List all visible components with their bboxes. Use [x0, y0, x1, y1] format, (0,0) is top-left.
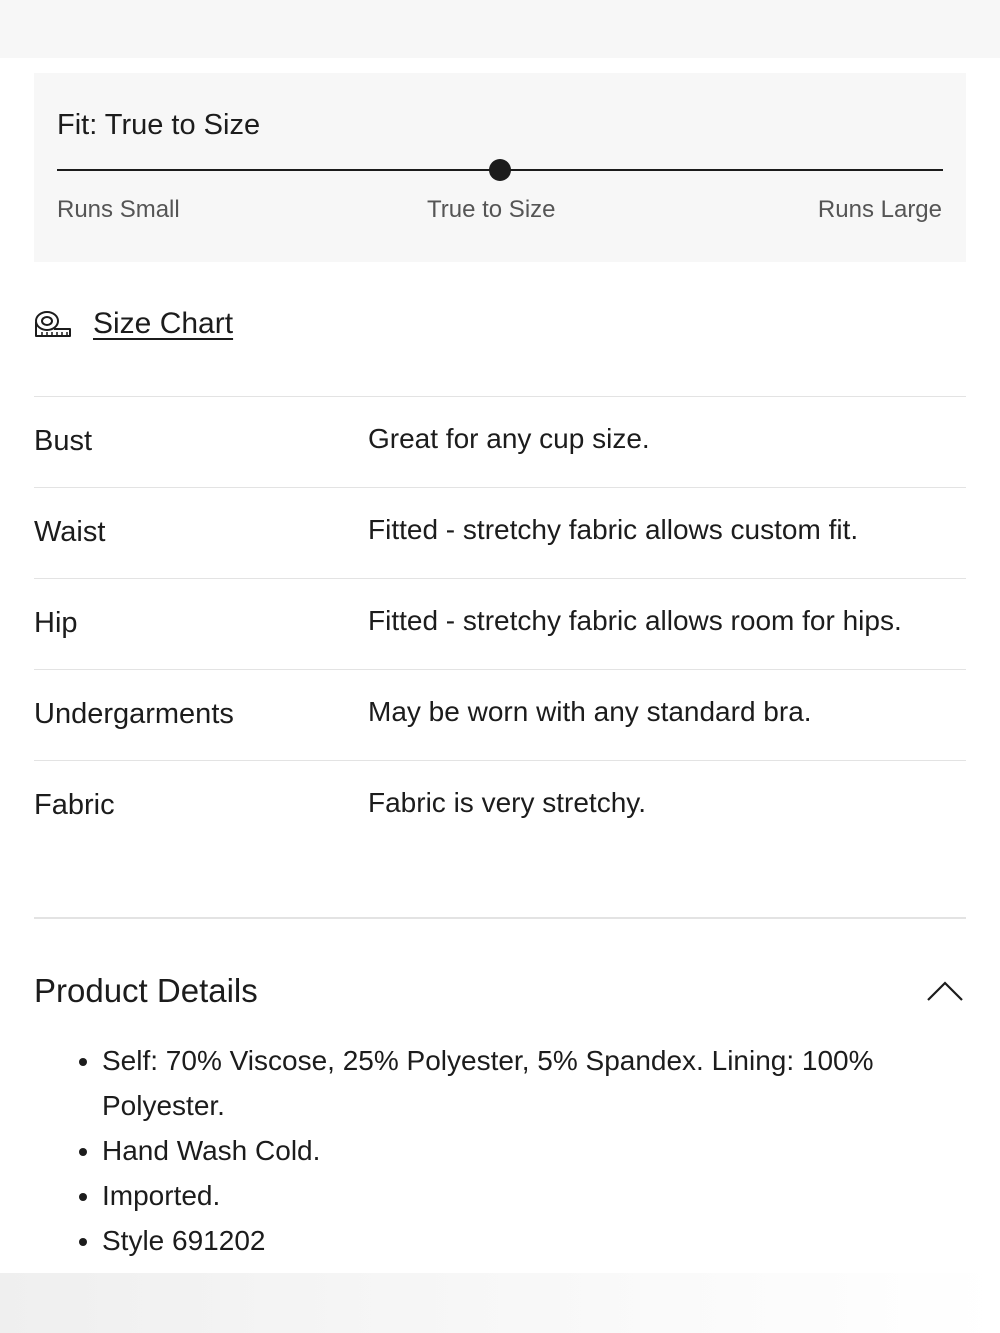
fit-row-undergarments: Undergarments May be worn with any stand…	[34, 669, 966, 760]
row-label: Undergarments	[34, 698, 234, 730]
list-item: Hand Wash Cold.	[102, 1128, 982, 1173]
chevron-up-icon[interactable]	[926, 980, 964, 1002]
row-value: Fitted - stretchy fabric allows room for…	[368, 605, 902, 636]
row-label: Fabric	[34, 789, 115, 821]
list-item: Imported.	[102, 1173, 982, 1218]
product-details-toggle[interactable]: Product Details	[34, 968, 966, 1016]
section-divider	[34, 917, 966, 919]
product-details-title: Product Details	[34, 972, 258, 1009]
fit-scale-runs-large: Runs Large	[817, 196, 942, 223]
row-value: Fabric is very stretchy.	[368, 787, 646, 818]
measuring-tape-icon	[35, 311, 71, 337]
fit-scale-true-to-size: True to Size	[427, 196, 556, 223]
fit-title: Fit: True to Size	[57, 109, 261, 141]
row-label: Hip	[34, 607, 78, 639]
row-value: May be worn with any standard bra.	[368, 696, 812, 727]
list-item: Self: 70% Viscose, 25% Polyester, 5% Spa…	[102, 1038, 982, 1128]
fit-row-hip: Hip Fitted - stretchy fabric allows room…	[34, 578, 966, 669]
row-value: Fitted - stretchy fabric allows custom f…	[368, 514, 859, 545]
row-label: Bust	[34, 425, 93, 457]
row-label: Waist	[34, 516, 106, 548]
fit-scale-runs-small: Runs Small	[57, 196, 180, 223]
bottom-strip	[0, 1273, 1000, 1333]
list-item: Style 691202	[102, 1218, 982, 1263]
fit-row-waist: Waist Fitted - stretchy fabric allows cu…	[34, 487, 966, 578]
row-value: Great for any cup size.	[368, 423, 650, 454]
fit-row-fabric: Fabric Fabric is very stretchy.	[34, 760, 966, 851]
product-details-list: Self: 70% Viscose, 25% Polyester, 5% Spa…	[68, 1038, 982, 1263]
fit-row-bust: Bust Great for any cup size.	[34, 396, 966, 487]
fit-details-table: Bust Great for any cup size. Waist Fitte…	[34, 396, 966, 851]
fit-card: Fit: True to Size Runs Small True to Siz…	[34, 73, 966, 262]
size-chart-link[interactable]: Size Chart	[34, 307, 233, 341]
top-strip	[0, 0, 1000, 58]
size-chart-label: Size Chart	[93, 307, 234, 340]
fit-indicator-dot	[489, 159, 511, 181]
